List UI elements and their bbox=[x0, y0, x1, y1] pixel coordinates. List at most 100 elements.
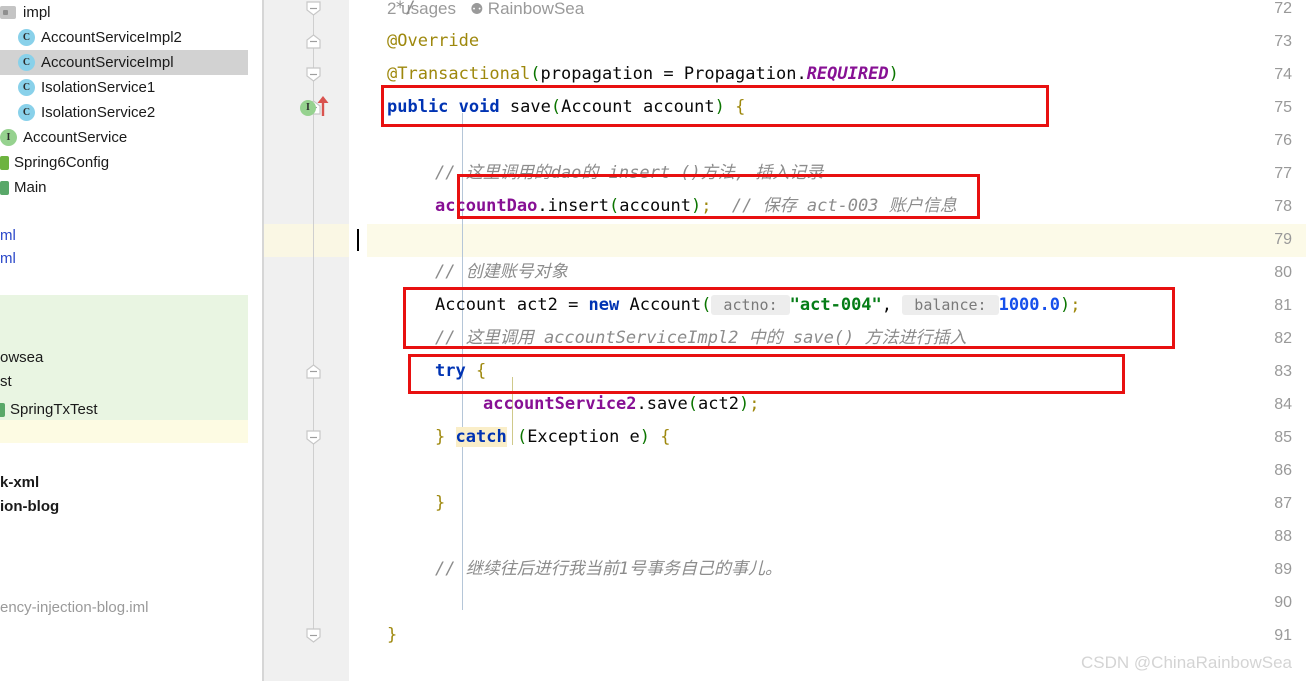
tree-item-xml-1[interactable]: ml bbox=[0, 248, 16, 270]
tree-item-isolationservice2[interactable]: C IsolationService2 bbox=[0, 100, 256, 125]
code-token: ; bbox=[749, 394, 760, 414]
interface-icon: I bbox=[0, 129, 17, 146]
code-token: save bbox=[509, 97, 551, 117]
code-line-91[interactable]: } bbox=[387, 619, 397, 652]
fold-start-icon[interactable] bbox=[306, 1, 321, 16]
code-line-87[interactable]: } bbox=[435, 487, 445, 520]
tree-item-module-1[interactable]: ion-blog bbox=[0, 496, 59, 518]
tree-item-impl[interactable]: impl bbox=[0, 0, 256, 25]
code-token: ) bbox=[738, 394, 750, 414]
tree-item-label: SpringTxTest bbox=[10, 401, 98, 418]
code-token: Propagation. bbox=[683, 64, 807, 84]
tree-item-isolationservice1[interactable]: C IsolationService1 bbox=[0, 75, 256, 100]
code-token: save bbox=[646, 394, 688, 414]
code-token: catch bbox=[455, 427, 507, 447]
person-icon: ⚉ bbox=[470, 1, 488, 18]
parameter-hint: balance: bbox=[902, 295, 999, 315]
class-icon: C bbox=[18, 104, 35, 121]
code-token: account bbox=[619, 196, 691, 216]
code-token: } bbox=[387, 625, 398, 645]
code-token: // 保存 act-003 账户信息 bbox=[731, 196, 957, 216]
code-token: */ bbox=[395, 0, 416, 18]
modified-region bbox=[0, 420, 248, 443]
tree-item-label: AccountService bbox=[23, 129, 128, 146]
code-token: ( bbox=[701, 295, 712, 315]
code-line-89[interactable]: // 继续往后进行我当前1号事务自己的事儿。 bbox=[435, 553, 782, 586]
code-token: ) bbox=[888, 64, 899, 84]
code-token: ( bbox=[550, 97, 562, 117]
code-line-78[interactable]: accountDao.insert(account); // 保存 act-00… bbox=[435, 190, 957, 223]
code-token: act2 bbox=[697, 394, 739, 414]
watermark: CSDN @ChinaRainbowSea bbox=[1081, 653, 1292, 672]
code-line-74[interactable]: @Transactional(propagation = Propagation… bbox=[387, 58, 899, 91]
tree-item-module-0[interactable]: k-xml bbox=[0, 472, 39, 494]
text-caret bbox=[357, 229, 359, 251]
code-token: ) bbox=[690, 196, 702, 216]
tree-item-accountservice[interactable]: I AccountService bbox=[0, 125, 256, 150]
runnable-class-icon bbox=[0, 180, 9, 195]
code-text-area[interactable]: 2 usages ⚉ RainbowSea */ @Override @Transac… bbox=[357, 0, 1306, 681]
code-token: accountDao bbox=[435, 196, 538, 216]
tree-item-label: AccountServiceImpl bbox=[41, 54, 174, 71]
class-icon: C bbox=[18, 54, 35, 71]
code-line-81[interactable]: Account act2 = new Account( actno: "act-… bbox=[435, 289, 1081, 322]
tree-item-green-1[interactable]: st bbox=[0, 371, 12, 393]
spring-config-icon bbox=[0, 155, 9, 170]
code-token: "act-004" bbox=[789, 295, 882, 315]
code-token: Exception e bbox=[527, 427, 640, 447]
code-token: ) bbox=[639, 427, 651, 447]
sidebar-scrollbar-track[interactable] bbox=[248, 0, 509, 681]
code-token: Account bbox=[619, 295, 702, 315]
code-line-82[interactable]: // 这里调用 accountServiceImpl2 中的 save() 方法… bbox=[435, 322, 967, 355]
code-line-83[interactable]: try { bbox=[435, 355, 486, 388]
tree-item-spring6config[interactable]: Spring6Config bbox=[0, 150, 256, 175]
implementing-method-icon[interactable]: I bbox=[300, 100, 316, 116]
fold-start-icon[interactable] bbox=[306, 430, 321, 445]
override-arrow-icon[interactable] bbox=[316, 95, 330, 122]
code-line-84[interactable]: accountService2.save(act2); bbox=[483, 388, 759, 421]
code-token: , bbox=[881, 295, 903, 315]
code-line-72[interactable]: */ bbox=[395, 0, 415, 25]
tree-item-accountserviceimpl2[interactable]: C AccountServiceImpl2 bbox=[0, 25, 256, 50]
code-line-80[interactable]: // 创建账号对象 bbox=[435, 256, 568, 289]
code-line-85[interactable]: } catch (Exception e) { bbox=[435, 421, 671, 454]
tree-item-label: IsolationService1 bbox=[41, 79, 156, 96]
tree-item-xml-0[interactable]: ml bbox=[0, 225, 16, 247]
fold-start-icon[interactable] bbox=[306, 67, 321, 82]
code-token: @Override bbox=[387, 31, 480, 51]
usages-author[interactable]: RainbowSea bbox=[488, 0, 584, 18]
tree-item-accountserviceimpl[interactable]: C AccountServiceImpl bbox=[0, 50, 256, 75]
code-token: void bbox=[458, 97, 500, 117]
code-token: . bbox=[537, 196, 548, 216]
code-line-73[interactable]: @Override bbox=[387, 25, 479, 58]
fold-start-icon[interactable] bbox=[306, 628, 321, 643]
usages-hint[interactable]: 2 usages ⚉ RainbowSea bbox=[387, 0, 584, 25]
folder-icon bbox=[0, 6, 16, 19]
tree-item-springtxtest[interactable]: SpringTxTest bbox=[0, 397, 256, 422]
code-token: accountService2 bbox=[483, 394, 637, 414]
fold-end-icon[interactable] bbox=[306, 364, 321, 379]
code-token: try bbox=[435, 361, 466, 381]
project-tree-panel[interactable]: impl C AccountServiceImpl2 C AccountServiceI… bbox=[0, 0, 256, 681]
code-line-75[interactable]: public void save(Account account) { bbox=[387, 91, 745, 124]
code-line-77[interactable]: // 这里调用的dao的 insert ()方法, 插入记录 bbox=[435, 157, 823, 190]
code-token: propagation bbox=[540, 64, 654, 84]
code-token: = bbox=[653, 64, 684, 84]
parameter-hint: actno: bbox=[711, 295, 790, 315]
tree-item-label: impl bbox=[23, 4, 51, 21]
code-token: public bbox=[387, 97, 449, 117]
tree-item-green-0[interactable]: owsea bbox=[0, 347, 43, 369]
fold-end-icon[interactable] bbox=[306, 34, 321, 49]
editor-gutter-annotation-strip bbox=[349, 0, 367, 681]
caret-row-gutter-highlight bbox=[264, 224, 349, 257]
code-token: } bbox=[435, 493, 446, 513]
tree-item-iml-0[interactable]: ency-injection-blog.iml bbox=[0, 597, 148, 619]
tree-item-main[interactable]: Main bbox=[0, 175, 256, 200]
code-editor[interactable]: 72 73 74 75 76 77 78 79 80 81 82 83 84 85 86 87 88 89 90 91… bbox=[264, 0, 1306, 681]
code-token: // 这里调用的dao的 insert ()方法, 插入记录 bbox=[435, 163, 824, 183]
screenshot-root: impl C AccountServiceImpl2 C AccountServiceI… bbox=[0, 0, 1306, 681]
